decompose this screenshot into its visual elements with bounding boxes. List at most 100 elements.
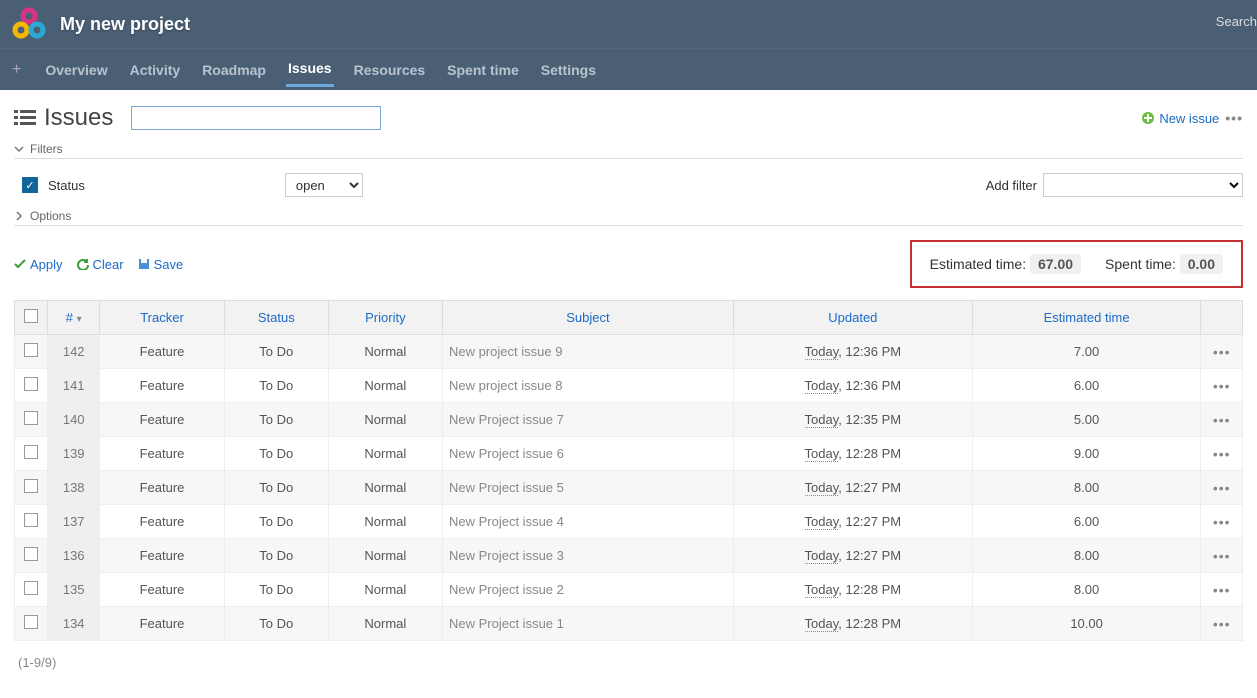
cell-priority: Normal [328, 471, 442, 505]
cell-id[interactable]: 141 [48, 369, 100, 403]
col-id[interactable]: # ▾ [48, 301, 100, 335]
nav-resources[interactable]: Resources [352, 54, 428, 86]
col-actions [1201, 301, 1243, 335]
page-head: Issues New issue ••• [14, 104, 1243, 132]
cell-subject[interactable]: New Project issue 4 [442, 505, 733, 539]
table-row[interactable]: 141FeatureTo DoNormalNew project issue 8… [15, 369, 1243, 403]
row-actions-icon[interactable]: ••• [1213, 480, 1231, 496]
cell-subject[interactable]: New Project issue 6 [442, 437, 733, 471]
cell-updated: Today, 12:27 PM [733, 505, 972, 539]
row-actions-icon[interactable]: ••• [1213, 514, 1231, 530]
nav-overview[interactable]: Overview [43, 54, 109, 86]
cell-priority: Normal [328, 505, 442, 539]
col-subject[interactable]: Subject [442, 301, 733, 335]
save-button[interactable]: Save [138, 257, 184, 272]
status-checkbox[interactable]: ✓ [22, 177, 38, 193]
filters-section-header[interactable]: Filters [14, 142, 1243, 159]
row-actions-icon[interactable]: ••• [1213, 344, 1231, 360]
cell-updated: Today, 12:28 PM [733, 573, 972, 607]
row-actions-icon[interactable]: ••• [1213, 616, 1231, 632]
row-checkbox[interactable] [24, 615, 38, 629]
global-search-label[interactable]: Search [1216, 14, 1257, 29]
cell-subject[interactable]: New project issue 8 [442, 369, 733, 403]
options-section-header[interactable]: Options [14, 209, 1243, 226]
table-row[interactable]: 142FeatureTo DoNormalNew project issue 9… [15, 335, 1243, 369]
col-updated[interactable]: Updated [733, 301, 972, 335]
cell-id[interactable]: 142 [48, 335, 100, 369]
cell-status: To Do [224, 607, 328, 641]
cell-estimated: 9.00 [972, 437, 1201, 471]
filters-label: Filters [30, 142, 63, 156]
quick-search-input[interactable] [131, 106, 381, 130]
cell-subject[interactable]: New Project issue 2 [442, 573, 733, 607]
row-checkbox[interactable] [24, 547, 38, 561]
row-checkbox[interactable] [24, 377, 38, 391]
cell-status: To Do [224, 505, 328, 539]
apply-button[interactable]: Apply [14, 257, 63, 272]
cell-priority: Normal [328, 369, 442, 403]
col-estimated[interactable]: Estimated time [972, 301, 1201, 335]
cell-priority: Normal [328, 539, 442, 573]
cell-subject[interactable]: New Project issue 1 [442, 607, 733, 641]
row-checkbox[interactable] [24, 411, 38, 425]
row-checkbox[interactable] [24, 479, 38, 493]
nav-spent-time[interactable]: Spent time [445, 54, 521, 86]
page-title: Issues [44, 104, 113, 132]
cell-priority: Normal [328, 437, 442, 471]
cell-subject[interactable]: New Project issue 5 [442, 471, 733, 505]
table-row[interactable]: 134FeatureTo DoNormalNew Project issue 1… [15, 607, 1243, 641]
cell-subject[interactable]: New Project issue 3 [442, 539, 733, 573]
table-row[interactable]: 140FeatureTo DoNormalNew Project issue 7… [15, 403, 1243, 437]
project-title[interactable]: My new project [60, 14, 190, 35]
cell-id[interactable]: 137 [48, 505, 100, 539]
cell-estimated: 8.00 [972, 539, 1201, 573]
issues-list-icon [14, 108, 36, 128]
cell-tracker: Feature [100, 573, 225, 607]
table-row[interactable]: 135FeatureTo DoNormalNew Project issue 2… [15, 573, 1243, 607]
col-tracker[interactable]: Tracker [100, 301, 225, 335]
clear-button[interactable]: Clear [77, 257, 124, 272]
row-checkbox[interactable] [24, 513, 38, 527]
nav-roadmap[interactable]: Roadmap [200, 54, 268, 86]
more-actions-icon[interactable]: ••• [1225, 110, 1243, 126]
col-priority[interactable]: Priority [328, 301, 442, 335]
table-row[interactable]: 139FeatureTo DoNormalNew Project issue 6… [15, 437, 1243, 471]
nav-activity[interactable]: Activity [128, 54, 183, 86]
new-issue-button[interactable]: New issue [1141, 111, 1219, 126]
totals-box: Estimated time: 67.00 Spent time: 0.00 [910, 240, 1243, 288]
cell-id[interactable]: 134 [48, 607, 100, 641]
col-status[interactable]: Status [224, 301, 328, 335]
select-all-checkbox[interactable] [24, 309, 38, 323]
add-filter-select[interactable] [1043, 173, 1243, 197]
app-logo-icon[interactable] [12, 7, 46, 41]
top-header: My new project Search [0, 0, 1257, 48]
table-row[interactable]: 136FeatureTo DoNormalNew Project issue 3… [15, 539, 1243, 573]
col-checkbox[interactable] [15, 301, 48, 335]
cell-id[interactable]: 135 [48, 573, 100, 607]
nav-settings[interactable]: Settings [539, 54, 598, 86]
estimated-time-label: Estimated time: [930, 256, 1026, 272]
cell-id[interactable]: 138 [48, 471, 100, 505]
issues-table: # ▾ Tracker Status Priority Subject Upda… [14, 300, 1243, 641]
cell-subject[interactable]: New project issue 9 [442, 335, 733, 369]
cell-subject[interactable]: New Project issue 7 [442, 403, 733, 437]
row-actions-icon[interactable]: ••• [1213, 548, 1231, 564]
cell-id[interactable]: 136 [48, 539, 100, 573]
row-checkbox[interactable] [24, 445, 38, 459]
row-actions-icon[interactable]: ••• [1213, 446, 1231, 462]
spent-time-value: 0.00 [1180, 254, 1223, 274]
row-checkbox[interactable] [24, 581, 38, 595]
cell-tracker: Feature [100, 471, 225, 505]
row-actions-icon[interactable]: ••• [1213, 412, 1231, 428]
cell-id[interactable]: 139 [48, 437, 100, 471]
nav-issues[interactable]: Issues [286, 52, 334, 87]
cell-status: To Do [224, 335, 328, 369]
table-row[interactable]: 137FeatureTo DoNormalNew Project issue 4… [15, 505, 1243, 539]
plus-icon[interactable]: + [8, 61, 25, 79]
table-row[interactable]: 138FeatureTo DoNormalNew Project issue 5… [15, 471, 1243, 505]
row-checkbox[interactable] [24, 343, 38, 357]
row-actions-icon[interactable]: ••• [1213, 378, 1231, 394]
row-actions-icon[interactable]: ••• [1213, 582, 1231, 598]
cell-id[interactable]: 140 [48, 403, 100, 437]
status-operator-select[interactable]: open [285, 173, 363, 197]
